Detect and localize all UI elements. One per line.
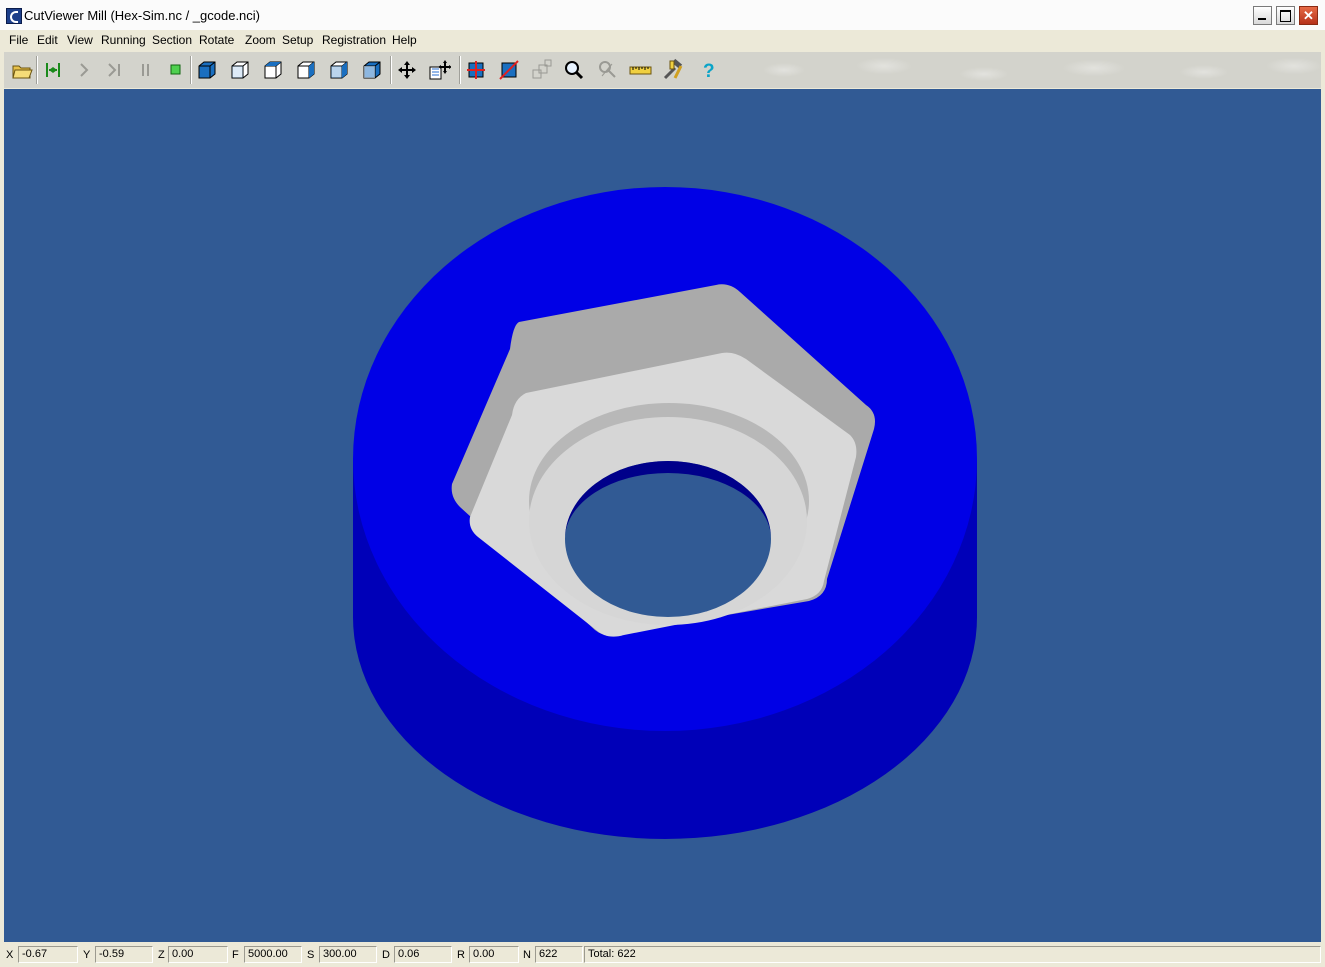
title-bar[interactable]: CutViewer Mill (Hex-Sim.nc / _gcode.nci)… — [0, 0, 1325, 31]
status-r-value: 0.00 — [469, 946, 519, 963]
right-view-icon — [330, 61, 348, 79]
status-s-label: S — [307, 949, 315, 961]
side-view-icon — [297, 61, 315, 79]
toolbar-separator — [36, 56, 38, 84]
step-to-end-icon — [108, 63, 120, 77]
toolbar-separator — [459, 56, 461, 84]
status-n-label: N — [523, 949, 531, 961]
status-n-value: 622 — [535, 946, 583, 963]
tool-setup-button[interactable] — [661, 58, 685, 82]
cut-section-button[interactable] — [497, 58, 521, 82]
cut-section-icon — [499, 60, 519, 80]
side-view-button[interactable] — [294, 58, 318, 82]
stop-icon — [170, 64, 181, 75]
rotate-view-button[interactable] — [427, 58, 452, 82]
section-button[interactable] — [464, 58, 488, 82]
back-view-button[interactable] — [360, 58, 384, 82]
open-file-button[interactable] — [10, 58, 34, 82]
menu-rotate[interactable]: Rotate — [199, 33, 234, 47]
status-total: Total: 622 — [584, 946, 1321, 963]
pan-icon — [398, 61, 416, 79]
minimize-button[interactable] — [1253, 6, 1272, 25]
toolbar-separator — [190, 56, 192, 84]
part-model — [353, 187, 977, 839]
menu-file[interactable]: File — [9, 33, 28, 47]
rewind-icon — [46, 63, 60, 77]
open-folder-icon — [12, 65, 33, 79]
menu-edit[interactable]: Edit — [37, 33, 58, 47]
rotate-view-icon — [429, 60, 452, 80]
close-button[interactable]: ✕ — [1299, 6, 1318, 25]
menu-zoom[interactable]: Zoom — [245, 33, 276, 47]
status-z-value: 0.00 — [168, 946, 228, 963]
help-glyph: ? — [703, 61, 715, 82]
app-icon[interactable] — [6, 8, 22, 24]
pan-button[interactable] — [395, 58, 419, 82]
close-icon: ✕ — [1303, 8, 1314, 23]
front-view-button[interactable] — [228, 58, 252, 82]
zoom-icon — [565, 61, 584, 80]
menu-bar: File Edit View Running Section Rotate Zo… — [0, 30, 1325, 50]
tools-icon — [663, 58, 683, 80]
right-view-button[interactable] — [327, 58, 351, 82]
menu-help[interactable]: Help — [392, 33, 417, 47]
status-s-value: 300.00 — [319, 946, 377, 963]
rewind-button[interactable] — [41, 58, 65, 82]
pause-button[interactable] — [134, 58, 158, 82]
top-view-button[interactable] — [261, 58, 285, 82]
menu-view[interactable]: View — [67, 33, 93, 47]
multi-view-icon — [532, 59, 552, 79]
step-to-end-button[interactable] — [103, 58, 127, 82]
status-y-label: Y — [83, 949, 91, 961]
measure-button[interactable] — [596, 58, 620, 82]
menu-setup[interactable]: Setup — [282, 33, 313, 47]
minimize-icon — [1258, 18, 1266, 20]
front-view-icon — [231, 61, 249, 79]
section-icon — [467, 61, 485, 79]
stop-button[interactable] — [164, 58, 188, 82]
status-d-label: D — [382, 949, 390, 961]
status-x-label: X — [6, 949, 14, 961]
iso-view-icon — [198, 61, 216, 79]
simulation-viewport[interactable] — [4, 89, 1321, 942]
measure-icon — [599, 61, 616, 78]
status-x-value: -0.67 — [18, 946, 78, 963]
window-title: CutViewer Mill (Hex-Sim.nc / _gcode.nci) — [24, 8, 260, 23]
multi-view-button[interactable] — [530, 58, 554, 82]
back-view-icon — [363, 61, 381, 79]
top-view-icon — [264, 61, 282, 79]
menu-running[interactable]: Running — [101, 33, 146, 47]
toolbar-separator — [390, 56, 392, 84]
status-f-label: F — [232, 949, 239, 961]
menu-section[interactable]: Section — [152, 33, 192, 47]
maximize-button[interactable] — [1276, 6, 1295, 25]
ruler-icon — [629, 66, 652, 75]
help-button[interactable]: ? — [696, 58, 720, 82]
toolbar: ? — [4, 52, 1321, 88]
status-y-value: -0.59 — [95, 946, 153, 963]
status-d-value: 0.06 — [394, 946, 452, 963]
iso-view-button[interactable] — [195, 58, 219, 82]
maximize-icon — [1280, 10, 1291, 22]
ruler-button[interactable] — [628, 58, 652, 82]
status-r-label: R — [457, 949, 465, 961]
status-f-value: 5000.00 — [244, 946, 302, 963]
app-window: CutViewer Mill (Hex-Sim.nc / _gcode.nci)… — [0, 0, 1325, 967]
zoom-button[interactable] — [562, 58, 586, 82]
status-z-label: Z — [158, 949, 165, 961]
step-button[interactable] — [72, 58, 96, 82]
step-icon — [80, 63, 89, 77]
help-icon: ? — [703, 61, 715, 82]
status-bar: X -0.67 Y -0.59 Z 0.00 F 5000.00 S 300.0… — [0, 944, 1325, 967]
menu-registration[interactable]: Registration — [322, 33, 386, 47]
pause-icon — [142, 64, 149, 76]
